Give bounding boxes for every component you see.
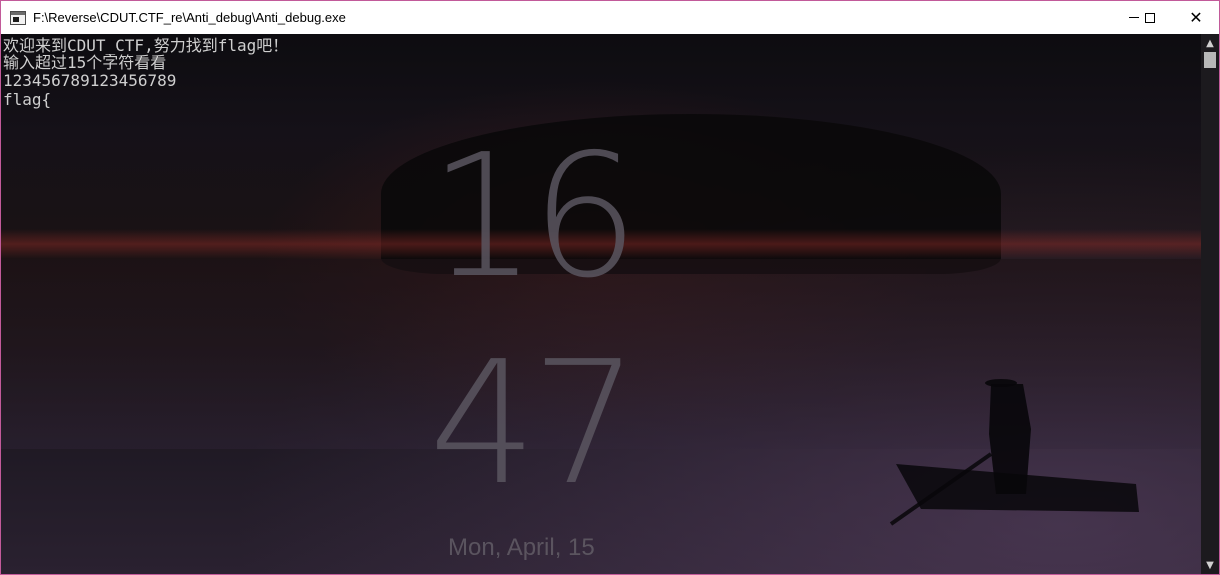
- scroll-down-button[interactable]: ▼: [1201, 556, 1219, 574]
- title-bar[interactable]: F:\Reverse\CDUT.CTF_re\Anti_debug\Anti_d…: [1, 1, 1219, 34]
- scroll-thumb[interactable]: [1204, 52, 1216, 68]
- window-title: F:\Reverse\CDUT.CTF_re\Anti_debug\Anti_d…: [33, 10, 346, 25]
- person: [989, 384, 1031, 494]
- console-line-input: 123456789123456789: [3, 71, 177, 90]
- scroll-up-button[interactable]: ▲: [1201, 34, 1219, 52]
- console-icon[interactable]: [10, 11, 26, 25]
- console-window: F:\Reverse\CDUT.CTF_re\Anti_debug\Anti_d…: [0, 0, 1220, 575]
- lockscreen-minute: 47: [428, 325, 639, 523]
- close-icon: ✕: [1189, 8, 1203, 27]
- console-line-output: flag{: [3, 90, 52, 109]
- lockscreen-hour: 16: [428, 118, 639, 316]
- scroll-up-icon: ▲: [1206, 37, 1214, 49]
- lockscreen-date: Mon, April, 15: [448, 534, 595, 561]
- console-area[interactable]: 16 47 Mon, April, 15 欢迎来到CDUT_CTF,努力找到fl…: [1, 34, 1201, 574]
- scroll-down-icon: ▼: [1206, 559, 1214, 571]
- person-hat: [985, 379, 1017, 387]
- vertical-scrollbar[interactable]: ▲ ▼: [1201, 34, 1219, 574]
- maximize-button[interactable]: [1127, 1, 1173, 34]
- maximize-icon: [1145, 12, 1155, 23]
- console-line-prompt: 输入超过15个字符看看: [3, 53, 167, 72]
- close-button[interactable]: ✕: [1173, 1, 1219, 34]
